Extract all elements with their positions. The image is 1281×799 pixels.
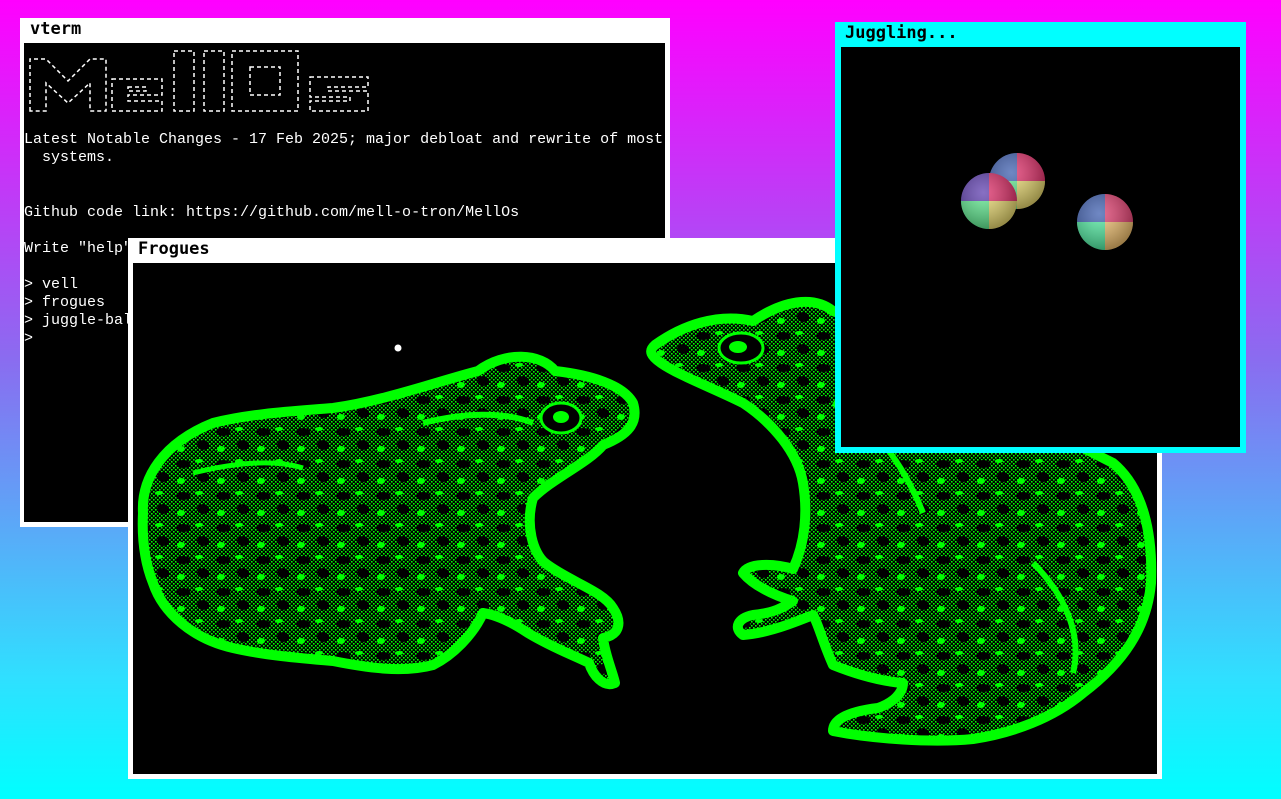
juggling-ball: [1077, 194, 1133, 250]
vterm-title[interactable]: vterm: [20, 18, 670, 40]
juggling-window[interactable]: Juggling...: [835, 22, 1246, 453]
juggling-canvas[interactable]: [841, 47, 1240, 447]
changes-line-1: Latest Notable Changes - 17 Feb 2025; ma…: [24, 131, 664, 148]
juggling-ball: [961, 173, 1017, 229]
white-dot: [394, 344, 402, 352]
prompt-line[interactable]: >: [24, 330, 33, 348]
juggling-title[interactable]: Juggling...: [835, 22, 1246, 44]
left-frog: [137, 351, 640, 690]
github-link-line[interactable]: Github code link: https://github.com/mel…: [24, 204, 519, 222]
history-line: > frogues: [24, 294, 106, 311]
juggling-balls: [961, 153, 1133, 250]
history-line: > vell: [24, 276, 79, 293]
mellos-ascii-logo: [29, 50, 369, 112]
changes-line-2: systems.: [24, 149, 115, 166]
